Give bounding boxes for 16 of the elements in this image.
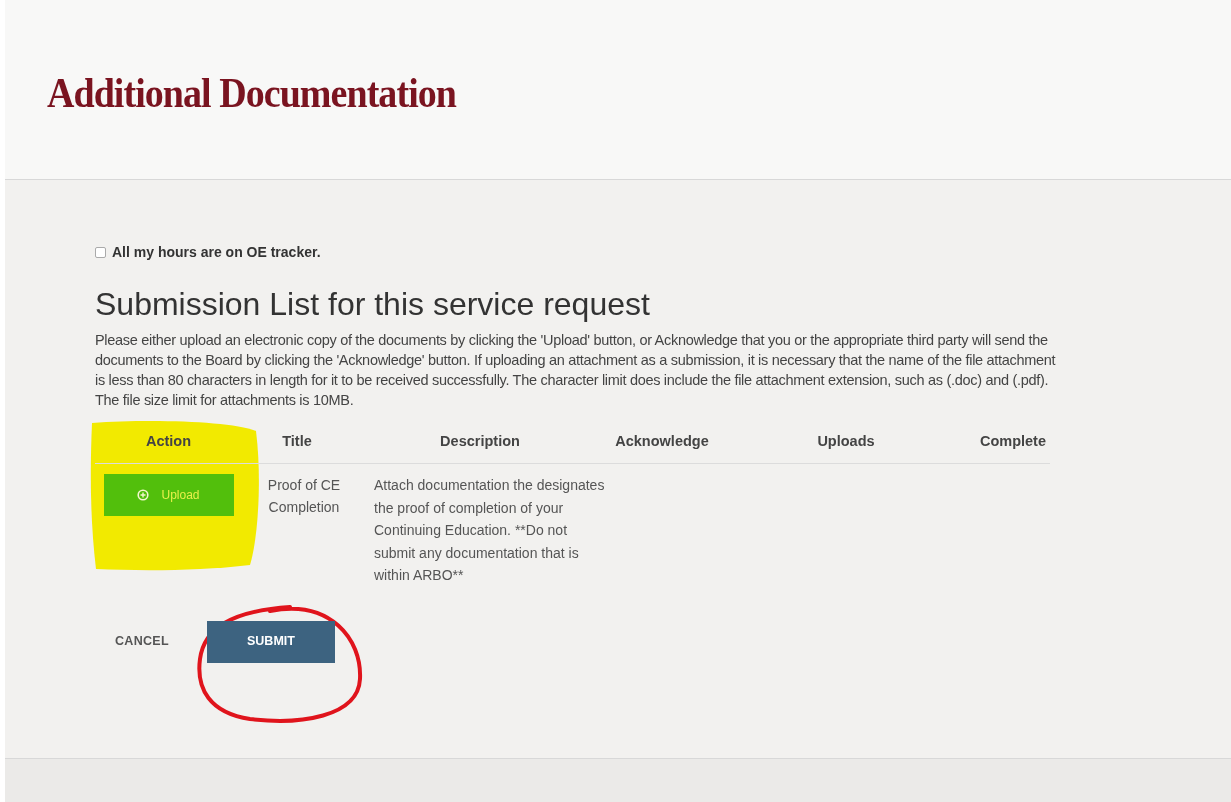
instructions-paragraph: Please either upload an electronic copy of the documents by clicking the 'Upload' button, or Acknowledge that you or the appropriate third party will send the documents to the Board by clicking the 'Acknowledge' button. If uploading an attachment as a submission, it is necessary that the name of the file attachment is less than 80 characters in length for it to be received successfully. The character limit does include the file attachment extension, such as (.doc) and (.pdf). The file size limit for attachments is 10MB. [95, 331, 1057, 410]
column-header: Uploads [817, 431, 875, 451]
section-heading: Submission List for this service request [95, 285, 651, 324]
page-title: Additional Documentation [47, 68, 456, 119]
checkbox-label: All my hours are on OE tracker. [112, 242, 321, 262]
column-header: Complete [979, 431, 1047, 451]
submit-button[interactable]: SUBMIT [206, 620, 335, 663]
table-cell-text: Proof of CE Completion [266, 476, 342, 517]
column-header: Title [282, 431, 312, 451]
plus-circle-icon [137, 489, 150, 501]
column-header: Action [145, 431, 192, 451]
cancel-link[interactable]: CANCEL [115, 632, 169, 651]
column-header: Acknowledge [615, 431, 709, 451]
column-header: Description [440, 431, 520, 451]
table-cell-text: Attach documentation the designates the proof of completion of your Continuing Education. **Do not submit any documentation that is within ARBO** [374, 476, 606, 585]
checkbox[interactable] [95, 246, 106, 258]
